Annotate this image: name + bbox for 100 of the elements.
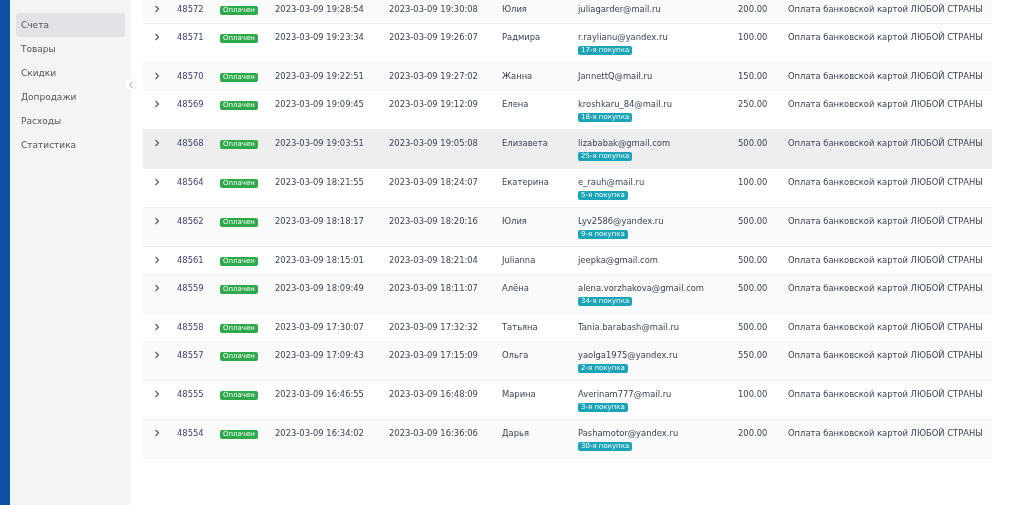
sidebar-item[interactable]: Допродажи [16, 85, 125, 109]
order-id-link[interactable]: 48557 [177, 350, 204, 360]
payment-method: Оплата банковской картой ЛЮБОЙ СТРАНЫ [788, 4, 983, 14]
customer-email: Lyv2586@yandex.ru [578, 216, 664, 227]
chevron-right-icon[interactable] [154, 284, 160, 292]
created-date: 2023-03-09 19:03:51 [275, 138, 364, 148]
payment-method: Оплата банковской картой ЛЮБОЙ СТРАНЫ [788, 428, 983, 438]
created-date: 2023-03-09 18:18:17 [275, 216, 364, 226]
customer-name: Юлия [502, 216, 527, 226]
chevron-right-icon[interactable] [154, 323, 160, 331]
created-date: 2023-03-09 17:09:43 [275, 350, 364, 360]
order-amount: 500.00 [738, 322, 768, 332]
customer-name: Татьяна [502, 322, 538, 332]
paid-date: 2023-03-09 17:32:32 [389, 322, 478, 332]
customer-name: Julianna [502, 255, 536, 265]
payment-method: Оплата банковской картой ЛЮБОЙ СТРАНЫ [788, 389, 983, 399]
customer-name: Елизавета [502, 138, 548, 148]
customer-email: jeepka@gmail.com [578, 255, 658, 266]
payment-method: Оплата банковской картой ЛЮБОЙ СТРАНЫ [788, 350, 983, 360]
order-id-link[interactable]: 48572 [177, 4, 204, 14]
order-amount: 200.00 [738, 4, 768, 14]
created-date: 2023-03-09 18:21:55 [275, 177, 364, 187]
chevron-right-icon[interactable] [154, 178, 160, 186]
order-id-link[interactable]: 48554 [177, 428, 204, 438]
order-id-link[interactable]: 48561 [177, 255, 204, 265]
order-id-link[interactable]: 48568 [177, 138, 204, 148]
payment-method: Оплата банковской картой ЛЮБОЙ СТРАНЫ [788, 32, 983, 42]
sidebar-item[interactable]: Товары [16, 37, 125, 61]
paid-date: 2023-03-09 18:20:16 [389, 216, 478, 226]
customer-email: Averinam777@mail.ru [578, 389, 672, 400]
created-date: 2023-03-09 19:23:34 [275, 32, 364, 42]
order-id-link[interactable]: 48559 [177, 283, 204, 293]
payment-method: Оплата банковской картой ЛЮБОЙ СТРАНЫ [788, 255, 983, 265]
customer-email: alena.vorzhakova@gmail.com [578, 283, 705, 294]
customer-email: Pashamotor@yandex.ru [578, 428, 679, 439]
order-amount: 100.00 [738, 32, 768, 42]
chevron-right-icon[interactable] [154, 429, 160, 437]
paid-date: 2023-03-09 19:26:07 [389, 32, 478, 42]
chevron-right-icon[interactable] [154, 5, 160, 13]
customer-name: Жанна [502, 71, 533, 81]
paid-date: 2023-03-09 19:27:02 [389, 71, 478, 81]
paid-date: 2023-03-09 19:12:09 [389, 99, 478, 109]
sidebar-item[interactable]: Статистика [16, 133, 125, 157]
created-date: 2023-03-09 16:34:02 [275, 428, 364, 438]
customer-name: Елена [502, 99, 529, 109]
order-id-link[interactable]: 48569 [177, 99, 204, 109]
customer-email: lizababak@gmail.com [578, 138, 671, 149]
payment-method: Оплата банковской картой ЛЮБОЙ СТРАНЫ [788, 138, 983, 148]
payment-method: Оплата банковской картой ЛЮБОЙ СТРАНЫ [788, 99, 983, 109]
sidebar-item[interactable]: Счета [16, 13, 125, 37]
created-date: 2023-03-09 19:22:51 [275, 71, 364, 81]
customer-email: e_rauh@mail.ru [578, 177, 645, 188]
chevron-right-icon[interactable] [154, 139, 160, 147]
paid-date: 2023-03-09 17:15:09 [389, 350, 478, 360]
created-date: 2023-03-09 19:28:54 [275, 4, 364, 14]
customer-name: Дарья [502, 428, 529, 438]
order-id-link[interactable]: 48564 [177, 177, 204, 187]
created-date: 2023-03-09 16:46:55 [275, 389, 364, 399]
paid-date: 2023-03-09 18:24:07 [389, 177, 478, 187]
sidebar-item[interactable]: Расходы [16, 109, 125, 133]
order-amount: 500.00 [738, 216, 768, 226]
created-date: 2023-03-09 18:09:49 [275, 283, 364, 293]
order-id-link[interactable]: 48558 [177, 322, 204, 332]
customer-email: juliagarder@mail.ru [578, 4, 661, 15]
payment-method: Оплата банковской картой ЛЮБОЙ СТРАНЫ [788, 322, 983, 332]
order-id-link[interactable]: 48570 [177, 71, 204, 81]
order-amount: 100.00 [738, 389, 768, 399]
created-date: 2023-03-09 18:15:01 [275, 255, 364, 265]
chevron-right-icon[interactable] [154, 72, 160, 80]
chevron-right-icon[interactable] [154, 390, 160, 398]
chevron-right-icon[interactable] [154, 33, 160, 41]
payment-method: Оплата банковской картой ЛЮБОЙ СТРАНЫ [788, 71, 983, 81]
paid-date: 2023-03-09 18:11:07 [389, 283, 478, 293]
sidebar-item[interactable]: Скидки [16, 61, 125, 85]
payment-method: Оплата банковской картой ЛЮБОЙ СТРАНЫ [788, 283, 983, 293]
order-amount: 500.00 [738, 283, 768, 293]
customer-name: Ольга [502, 350, 529, 360]
order-amount: 550.00 [738, 350, 768, 360]
chevron-right-icon[interactable] [154, 100, 160, 108]
order-amount: 100.00 [738, 177, 768, 187]
payment-method: Оплата банковской картой ЛЮБОЙ СТРАНЫ [788, 177, 983, 187]
customer-email: Tania.barabash@mail.ru [578, 322, 680, 333]
customer-email: JannettQ@mail.ru [578, 71, 653, 82]
order-id-link[interactable]: 48562 [177, 216, 204, 226]
customer-email: kroshkaru_84@mail.ru [578, 99, 673, 110]
customer-name: Марина [502, 389, 536, 399]
order-amount: 150.00 [738, 71, 768, 81]
order-id-link[interactable]: 48555 [177, 389, 204, 399]
order-amount: 500.00 [738, 138, 768, 148]
chevron-right-icon[interactable] [154, 256, 160, 264]
chevron-left-icon [127, 80, 134, 89]
paid-date: 2023-03-09 19:05:08 [389, 138, 478, 148]
order-amount: 250.00 [738, 99, 768, 109]
order-id-link[interactable]: 48571 [177, 32, 204, 42]
created-date: 2023-03-09 19:09:45 [275, 99, 364, 109]
customer-email: yaolga1975@yandex.ru [578, 350, 678, 361]
customer-name: Алёна [502, 283, 529, 293]
chevron-right-icon[interactable] [154, 217, 160, 225]
order-amount: 500.00 [738, 255, 768, 265]
chevron-right-icon[interactable] [154, 351, 160, 359]
